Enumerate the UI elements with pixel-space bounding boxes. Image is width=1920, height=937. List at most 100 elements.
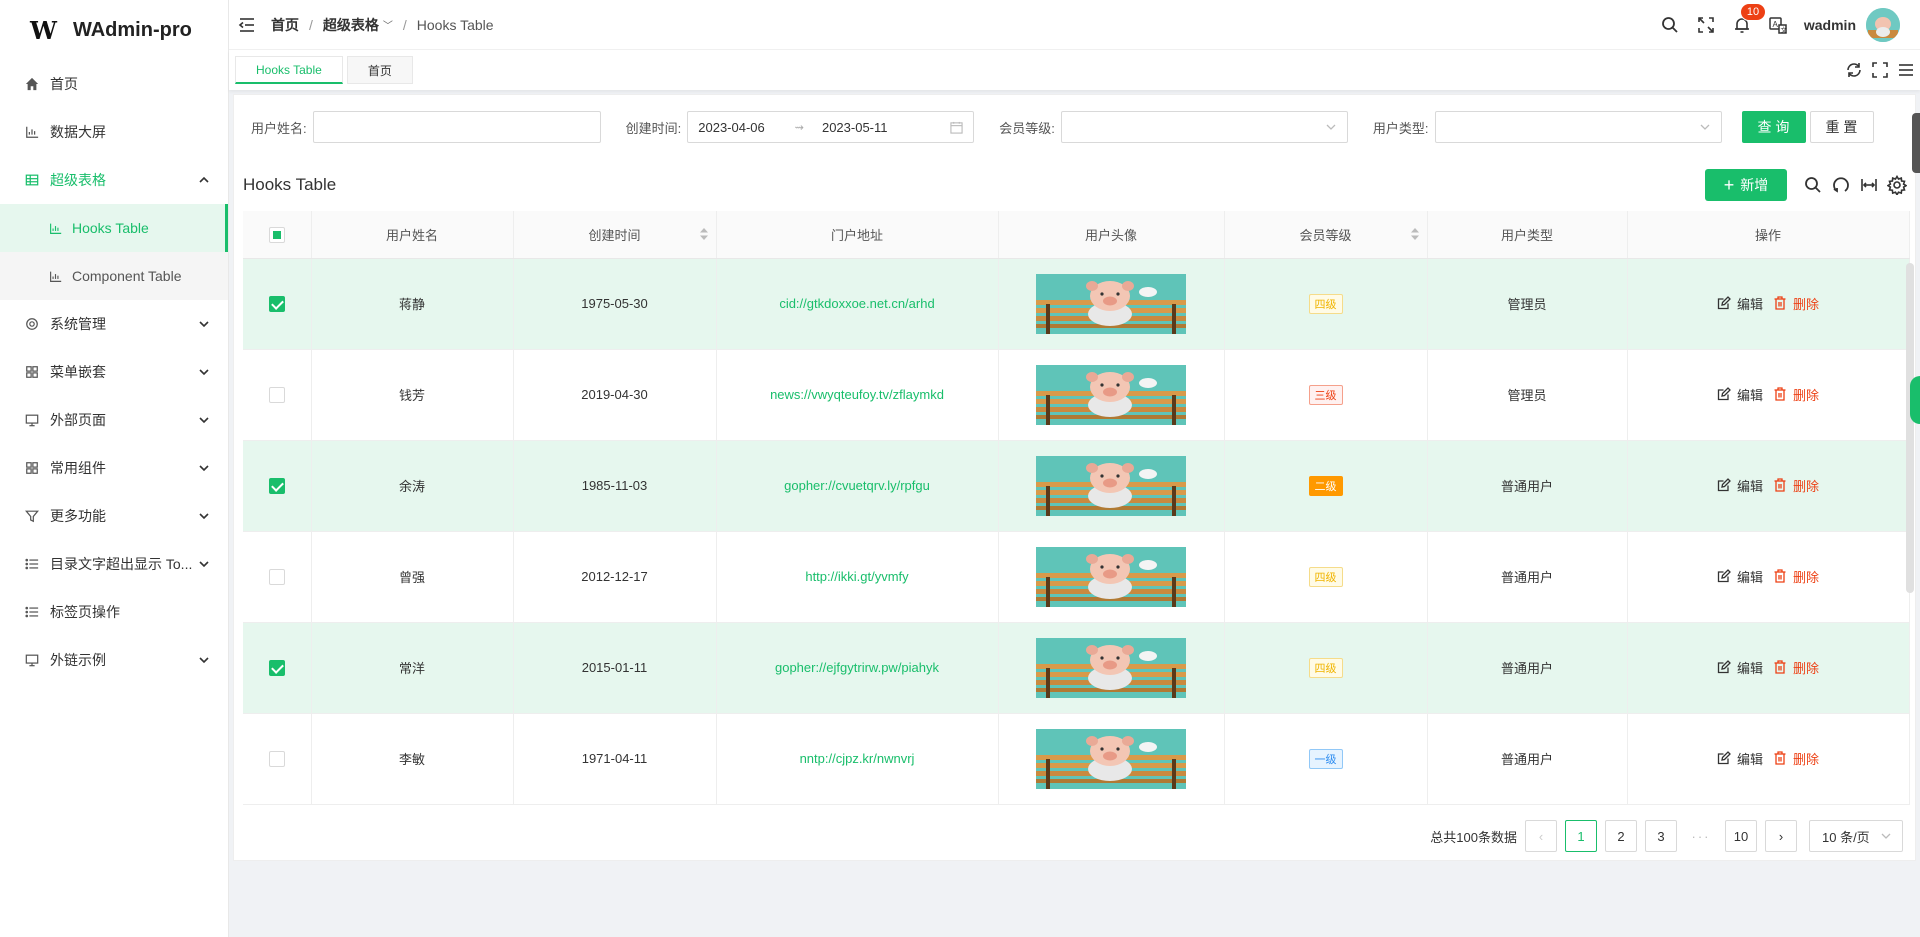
tab-hooks-table[interactable]: Hooks Table — [235, 56, 343, 84]
sidebar-item-2[interactable]: 超级表格 — [0, 156, 228, 204]
username[interactable]: wadmin — [1804, 17, 1856, 33]
page-size-select[interactable]: 10 条/页 — [1809, 820, 1903, 852]
column-header-name: 用户姓名 — [311, 211, 514, 259]
type-cell: 普通用户 — [1427, 622, 1628, 714]
edit-button[interactable]: 编辑 — [1717, 385, 1763, 404]
expand-icon[interactable] — [1870, 60, 1890, 80]
page-2-button[interactable]: 2 — [1605, 820, 1637, 852]
sidebar-subitem-1[interactable]: Component Table — [0, 252, 228, 300]
sort-icon[interactable] — [699, 228, 708, 240]
portal-link[interactable]: gopher://ejfgytrirw.pw/piahyk — [775, 660, 939, 675]
row-checkbox[interactable] — [268, 568, 285, 585]
page-ellipsis[interactable]: ··· — [1685, 829, 1717, 844]
settings-icon[interactable] — [1887, 175, 1907, 195]
notification-button[interactable]: 10 — [1732, 2, 1767, 35]
row-checkbox[interactable] — [268, 659, 285, 676]
chevron-down-icon — [1700, 124, 1709, 130]
menu-icon[interactable] — [1896, 60, 1916, 80]
delete-button[interactable]: 删除 — [1773, 749, 1819, 768]
breadcrumb-home[interactable]: 首页 — [271, 15, 299, 35]
sidebar-item-0[interactable]: 首页 — [0, 60, 228, 108]
breadcrumb-super-table[interactable]: 超级表格 — [323, 15, 379, 35]
date-range-picker[interactable]: 2023-04-06 ⇝ 2023-05-11 — [687, 111, 975, 143]
portal-link[interactable]: http://ikki.gt/yvmfy — [805, 569, 908, 584]
table-row[interactable]: 钱芳 2019-04-30 news://vwyqteufoy.tv/zflaymk… — [243, 349, 1910, 441]
delete-button[interactable]: 删除 — [1773, 658, 1819, 677]
row-checkbox[interactable] — [268, 477, 285, 494]
member-level-select[interactable] — [1060, 111, 1348, 143]
calendar-icon — [950, 121, 963, 134]
fullscreen-icon[interactable] — [1696, 15, 1716, 35]
avatar[interactable] — [1866, 7, 1900, 42]
table-row[interactable]: 李敏 1971-04-11 nntp://cjpz.kr/nwnvrj 一级 普通用户编… — [243, 713, 1910, 805]
reload-icon[interactable] — [1831, 175, 1851, 195]
user-type-select[interactable] — [1434, 111, 1722, 143]
portal-link[interactable]: gopher://cvuetqrv.ly/rpfgu — [784, 478, 930, 493]
table-row[interactable]: 蒋静 1975-05-30 cid://gtkdoxxoe.net.cn/arhd 四… — [243, 258, 1910, 350]
edit-button[interactable]: 编辑 — [1717, 658, 1763, 677]
tabs-actions — [1838, 60, 1920, 80]
sidebar-item-7[interactable]: 更多功能 — [0, 492, 228, 540]
edit-button[interactable]: 编辑 — [1717, 294, 1763, 313]
delete-button[interactable]: 删除 — [1773, 567, 1819, 586]
delete-button[interactable]: 删除 — [1773, 294, 1819, 313]
reset-button[interactable]: 重 置 — [1809, 111, 1874, 143]
table-row[interactable]: 常洋 2015-01-11 gopher://ejfgytrirw.pw/piahy… — [243, 622, 1910, 714]
search-form: 用户姓名: 创建时间: 2023-04-06 ⇝ 2023-05-11 会员等级… — [234, 95, 1915, 159]
add-button[interactable]: + 新增 — [1705, 169, 1787, 201]
next-page-button[interactable]: › — [1765, 820, 1797, 852]
row-checkbox[interactable] — [268, 295, 285, 312]
settings-drawer-handle[interactable] — [1910, 376, 1920, 424]
row-checkbox[interactable] — [268, 750, 285, 767]
edit-button[interactable]: 编辑 — [1717, 476, 1763, 495]
page-3-button[interactable]: 3 — [1645, 820, 1677, 852]
sidebar-item-10[interactable]: 外链示例 — [0, 636, 228, 684]
refresh-icon[interactable] — [1844, 60, 1864, 80]
row-checkbox[interactable] — [268, 386, 285, 403]
portal-link[interactable]: nntp://cjpz.kr/nwnvrj — [800, 751, 915, 766]
member-level-tag: 四级 — [1308, 293, 1343, 314]
select-cell — [243, 713, 312, 805]
delete-button[interactable]: 删除 — [1773, 385, 1819, 404]
query-button[interactable]: 查 询 — [1741, 111, 1806, 143]
sidebar-item-9[interactable]: 标签页操作 — [0, 588, 228, 636]
chevron-down-icon[interactable]: ﹀ — [383, 17, 393, 32]
level-cell: 四级 — [1224, 258, 1428, 350]
search-icon[interactable] — [1660, 15, 1680, 35]
page-10-button[interactable]: 10 — [1725, 820, 1757, 852]
table-scrollbar[interactable] — [1906, 263, 1914, 593]
logo[interactable]: W WAdmin-pro — [0, 0, 228, 60]
sidebar-item-8[interactable]: 目录文字超出显示 To... — [0, 540, 228, 588]
date-start[interactable]: 2023-04-06 — [698, 120, 765, 135]
search-icon[interactable] — [1803, 175, 1823, 195]
delete-button[interactable]: 删除 — [1773, 476, 1819, 495]
edit-button[interactable]: 编辑 — [1717, 749, 1763, 768]
sidebar-item-1[interactable]: 数据大屏 — [0, 108, 228, 156]
menu-fold-icon[interactable] — [237, 15, 257, 35]
prev-page-button[interactable]: ‹ — [1525, 820, 1557, 852]
portal-link[interactable]: news://vwyqteufoy.tv/zflaymkd — [770, 387, 944, 402]
tab-home[interactable]: 首页 — [346, 56, 413, 84]
translate-icon[interactable]: A文 — [1768, 15, 1788, 35]
portal-link[interactable]: cid://gtkdoxxoe.net.cn/arhd — [779, 296, 934, 311]
select-all-checkbox[interactable] — [268, 226, 285, 243]
table-row[interactable]: 曾强 2012-12-17 http://ikki.gt/yvmfy 四级 普通用户 编辑… — [243, 531, 1910, 623]
side-panel-handle[interactable] — [1912, 113, 1920, 173]
edit-button[interactable]: 编辑 — [1717, 567, 1763, 586]
table-row[interactable]: 余涛 1985-11-03 gopher://cvuetqrv.ly/rpfgu 二级… — [243, 440, 1910, 532]
sidebar-item-5[interactable]: 外部页面 — [0, 396, 228, 444]
column-width-icon[interactable] — [1859, 175, 1879, 195]
sidebar-subitem-label: Component Table — [72, 268, 182, 284]
member-level-tag: 一级 — [1308, 748, 1343, 769]
column-header-level[interactable]: 会员等级 — [1224, 211, 1428, 259]
chevron-down-icon — [199, 417, 209, 424]
date-end[interactable]: 2023-05-11 — [822, 120, 888, 135]
sidebar-item-4[interactable]: 菜单嵌套 — [0, 348, 228, 396]
sidebar-subitem-0[interactable]: Hooks Table — [0, 204, 228, 252]
sidebar-item-3[interactable]: 系统管理 — [0, 300, 228, 348]
page-1-button[interactable]: 1 — [1565, 820, 1597, 852]
username-input[interactable] — [312, 111, 601, 143]
sort-icon[interactable] — [1410, 228, 1419, 240]
sidebar-item-6[interactable]: 常用组件 — [0, 444, 228, 492]
column-header-created[interactable]: 创建时间 — [513, 211, 717, 259]
